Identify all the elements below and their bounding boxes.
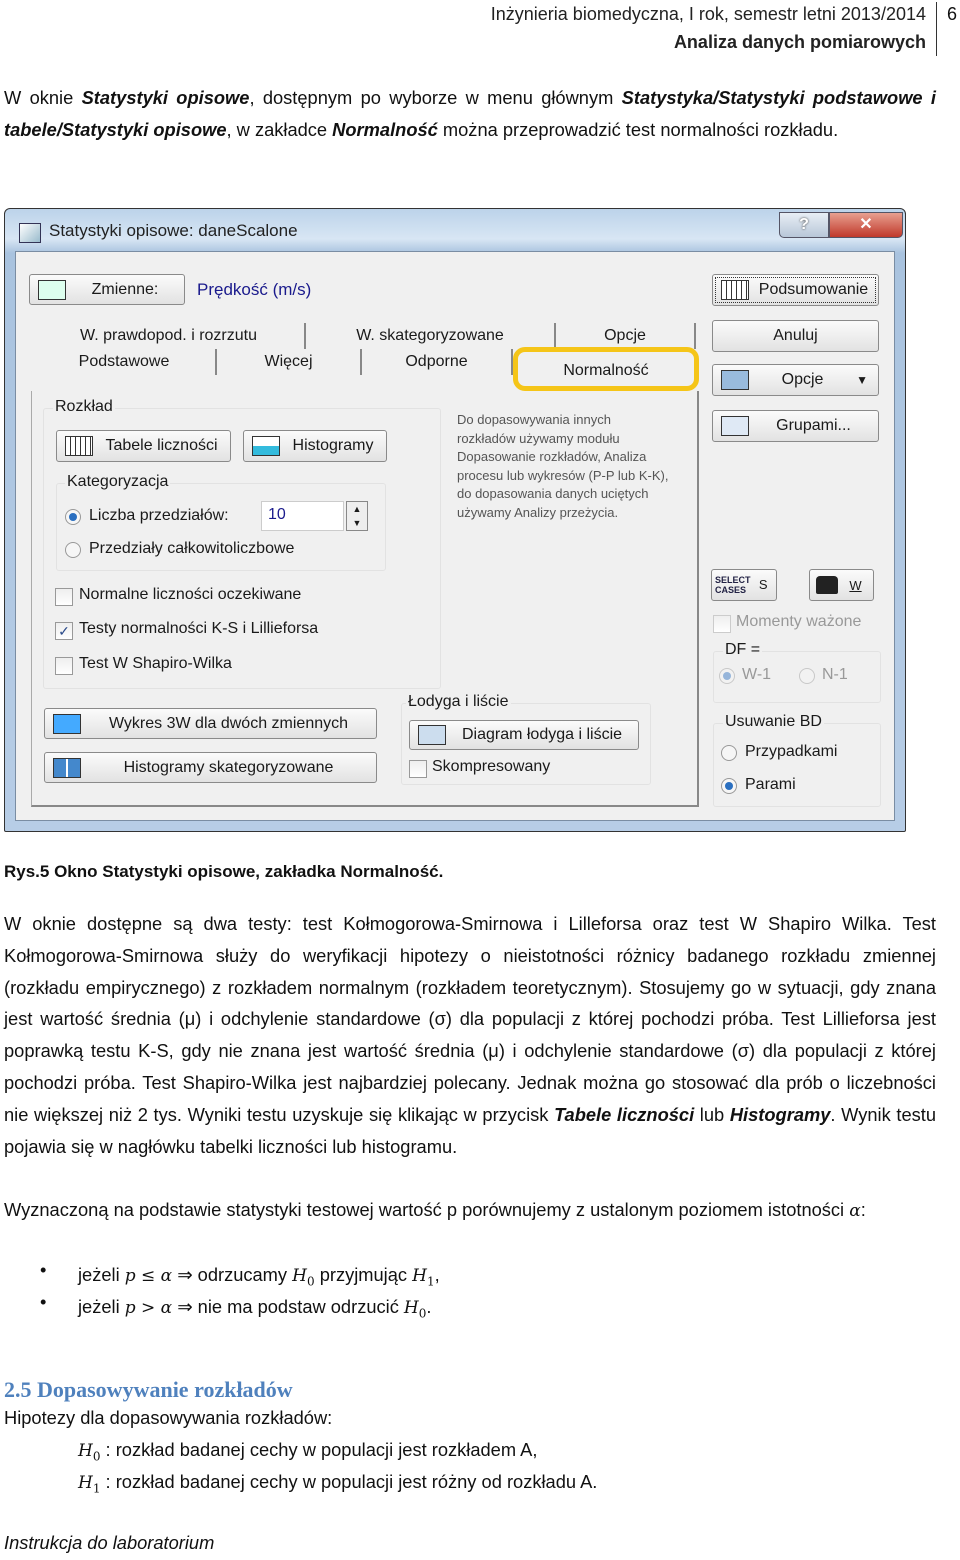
tab-categorized[interactable]: W. skategoryzowane [306, 323, 556, 349]
ks-lilliefors-checkbox[interactable]: ✓ [55, 622, 73, 640]
descriptive-statistics-dialog: Statystyki opisowe: daneScalone ? ✕ Zmie… [4, 208, 906, 832]
df-n1-label: N-1 [822, 666, 848, 683]
tab-robust[interactable]: Odporne [362, 349, 513, 375]
plot-3d-button[interactable]: Wykres 3W dla dwóch zmiennych [44, 708, 377, 739]
weights-button[interactable]: W [809, 569, 874, 601]
intro-paragraph: W oknie Statystyki opisowe, dostępnym po… [4, 87, 936, 140]
bullet-dot: • [40, 1291, 47, 1312]
selected-variable: Prędkość (m/s) [197, 280, 312, 299]
missing-data-group [713, 723, 881, 807]
compressed-label: Skompresowany [432, 758, 551, 775]
by-group-button[interactable]: Grupami... [712, 410, 879, 442]
stem-leaf-icon [418, 725, 446, 745]
figure-caption: Rys.5 Okno Statystyki opisowe, zakładka … [4, 862, 444, 881]
bullet-dot: • [40, 1259, 47, 1280]
by-group-icon [721, 416, 749, 436]
options-icon [721, 370, 749, 390]
frequency-tables-button[interactable]: Tabele liczności [56, 430, 231, 462]
options-button[interactable]: Opcje ▼ [712, 364, 879, 396]
tab-more[interactable]: Więcej [217, 349, 362, 375]
distribution-info-text: Do dopasowywania innych rozkładów używam… [457, 412, 669, 520]
integer-intervals-label: Przedziały całkowitoliczbowe [89, 540, 295, 557]
intervals-input[interactable]: 10 [261, 501, 344, 531]
3d-plot-icon [53, 713, 81, 734]
tab-normality[interactable]: Normalność [513, 347, 699, 391]
integer-intervals-radio[interactable] [65, 542, 81, 558]
summary-button[interactable]: Podsumowanie [712, 274, 879, 306]
intervals-spinner[interactable]: ▲ ▼ [346, 501, 368, 531]
header-subject: Analiza danych pomiarowych [673, 32, 926, 52]
section-heading: 2.5 Dopasowywanie rozkładów [4, 1377, 293, 1402]
df-n1-radio[interactable] [799, 668, 815, 684]
pairwise-radio[interactable] [721, 778, 737, 794]
footer: Instrukcja do laboratorium [4, 1532, 215, 1553]
help-button[interactable]: ? [779, 212, 829, 238]
shapiro-wilk-checkbox[interactable] [55, 657, 73, 675]
expected-frequencies-label: Normalne liczności oczekiwane [79, 586, 302, 603]
ks-lilliefors-label: Testy normalności K-S i Lillieforsa [79, 620, 319, 637]
app-icon [19, 223, 41, 243]
table-icon [65, 436, 93, 456]
header-course: Inżynieria biomedyczna, I rok, semestr l… [490, 4, 926, 24]
intervals-radio[interactable] [65, 509, 81, 525]
df-label: DF = [723, 641, 763, 659]
shapiro-wilk-label: Test W Shapiro-Wilka [79, 655, 232, 672]
casewise-label: Przypadkami [745, 743, 838, 760]
df-w1-label: W-1 [742, 666, 772, 683]
significance-paragraph: Wyznaczoną na podstawie statystyki testo… [4, 1199, 866, 1221]
dialog-title: Statystyki opisowe: daneScalone [49, 221, 298, 240]
df-w1-radio[interactable] [719, 668, 735, 684]
hypotheses-intro: Hipotezy dla dopasowywania rozkładów: [4, 1407, 333, 1428]
close-button[interactable]: ✕ [829, 212, 903, 238]
hypothesis-h1: H1 : rozkład badanej cechy w populacji j… [78, 1471, 598, 1496]
compressed-checkbox[interactable] [409, 760, 427, 778]
tests-paragraph: W oknie dostępne są dwa testy: test Kołm… [4, 913, 936, 1157]
summary-icon [721, 280, 749, 300]
tab-options[interactable]: Opcje [556, 323, 696, 349]
categorized-histograms-icon [53, 757, 81, 778]
intervals-label: Liczba przedziałów: [89, 507, 229, 524]
cancel-button[interactable]: Anuluj [712, 320, 879, 352]
weighted-moments-checkbox[interactable] [713, 615, 731, 633]
expected-frequencies-checkbox[interactable] [55, 588, 73, 606]
page-number: 6 [947, 4, 958, 24]
tab-probability[interactable]: W. prawdopod. i rozrzutu [33, 323, 306, 349]
histograms-button[interactable]: Histogramy [243, 430, 387, 462]
bullet-accept: jeżeli p > α ⇒ nie ma podstaw odrzucić H… [78, 1296, 432, 1321]
header-divider [936, 2, 937, 56]
pairwise-label: Parami [745, 776, 796, 793]
categorization-label: Kategoryzacja [65, 473, 171, 491]
distribution-label: Rozkład [53, 398, 115, 416]
histogram-icon [252, 436, 280, 456]
weighted-moments-label: Momenty ważone [736, 613, 862, 630]
hypothesis-h0: H0 : rozkład badanej cechy w populacji j… [78, 1439, 538, 1464]
weight-icon [816, 576, 838, 594]
select-cases-button[interactable]: SELECT CASES S [711, 569, 777, 601]
stem-leaf-label: Łodyga i liście [406, 693, 511, 711]
chevron-down-icon: ▼ [856, 373, 868, 387]
tab-basic[interactable]: Podstawowe [33, 349, 217, 375]
stem-leaf-button[interactable]: Diagram łodyga i liście [409, 720, 639, 750]
variables-button[interactable]: Zmienne: [29, 274, 185, 305]
variables-icon [38, 279, 66, 300]
categorized-histograms-button[interactable]: Histogramy skategoryzowane [44, 752, 377, 783]
missing-data-label: Usuwanie BD [723, 713, 824, 731]
casewise-radio[interactable] [721, 745, 737, 761]
